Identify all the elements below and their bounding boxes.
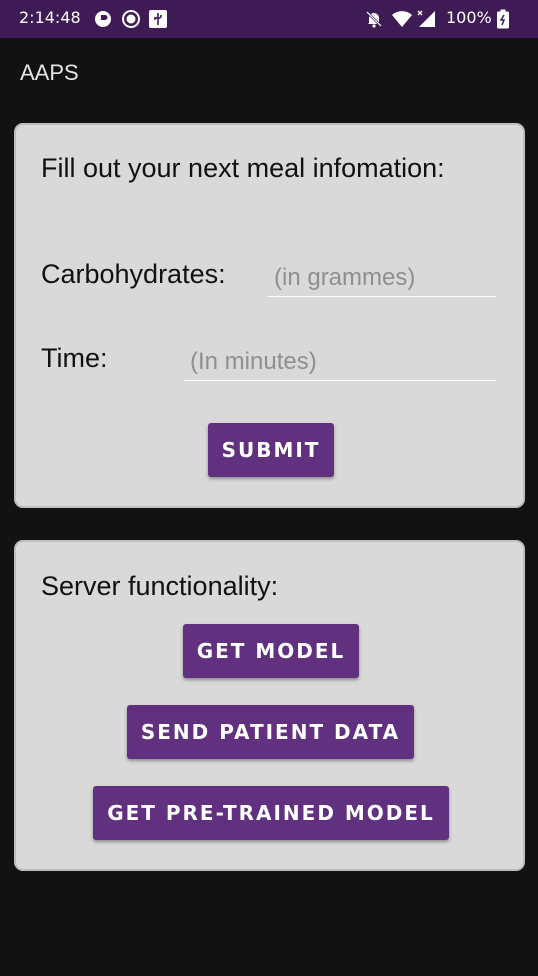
time-label: Time:	[41, 343, 108, 373]
get-pretrained-model-button[interactable]: GET PRE-TRAINED MODEL	[93, 786, 449, 840]
status-bar: 2:14:48 100%	[0, 0, 538, 38]
server-heading: Server functionality:	[41, 571, 279, 601]
carbohydrates-input[interactable]	[268, 259, 496, 297]
server-card: Server functionality: GET MODEL SEND PAT…	[14, 540, 525, 871]
get-model-button[interactable]: GET MODEL	[183, 624, 359, 678]
notification-circle-icon	[93, 9, 113, 34]
status-time: 2:14:48	[19, 8, 81, 27]
signal-icon	[415, 9, 437, 34]
meal-info-heading: Fill out your next meal infomation:	[41, 153, 445, 183]
wifi-icon	[391, 9, 413, 34]
time-input[interactable]	[184, 343, 496, 381]
app-title: AAPS	[20, 60, 79, 85]
battery-icon	[496, 9, 510, 34]
carbohydrates-label: Carbohydrates:	[41, 259, 226, 289]
battery-percent: 100%	[446, 8, 492, 27]
submit-button[interactable]: SUBMIT	[208, 423, 334, 477]
meal-info-card: Fill out your next meal infomation: Carb…	[14, 123, 525, 508]
send-patient-data-button[interactable]: SEND PATIENT DATA	[127, 705, 414, 759]
usb-icon	[148, 9, 168, 34]
app-bar: AAPS	[0, 38, 538, 110]
radio-icon	[121, 9, 141, 34]
bell-off-icon	[364, 9, 384, 34]
